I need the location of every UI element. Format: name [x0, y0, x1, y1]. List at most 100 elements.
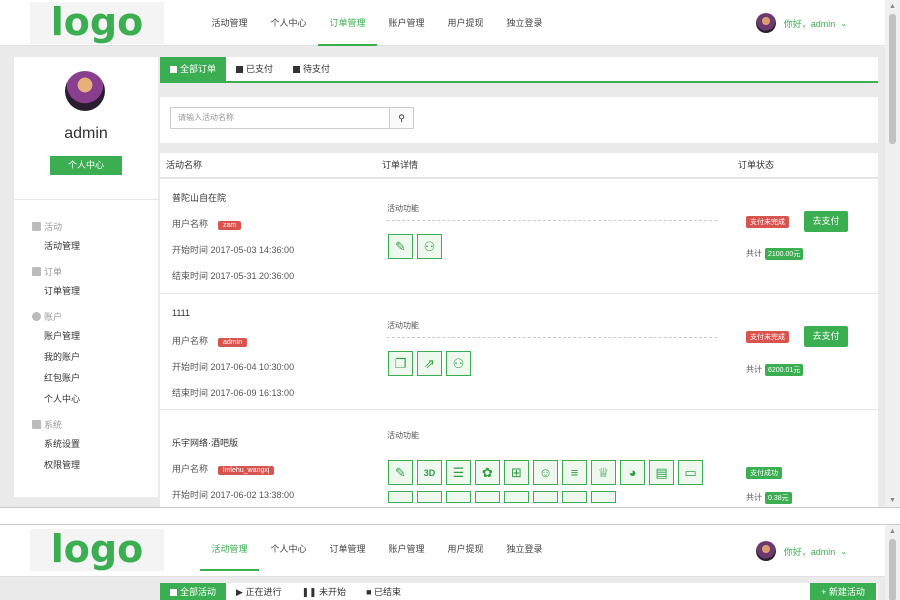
activity-name: 乐宇网络·酒吧版: [172, 438, 238, 448]
table-header: 活动名称 订单详情 订单状态: [160, 153, 878, 178]
nav-orders[interactable]: 订单管理: [318, 525, 377, 571]
nav-withdraw[interactable]: 用户提现: [436, 0, 495, 46]
feature-icons: ✎ 3D ☰ ✿ ⊞ ☺ ≡ ♕ ◕ ▤ ▭: [388, 460, 718, 503]
sidebar-item-activity-manage[interactable]: 活动管理: [32, 236, 152, 257]
feature-icons: ✎ ⚇: [388, 234, 718, 265]
group-title: 活动: [32, 218, 152, 236]
nav-personal[interactable]: 个人中心: [259, 525, 318, 571]
user-greeting: 你好，admin: [783, 18, 836, 29]
search-icon: ⚲: [398, 113, 405, 123]
nav-login[interactable]: 独立登录: [495, 525, 554, 571]
more-icon[interactable]: [475, 491, 500, 503]
more-icon[interactable]: [533, 491, 558, 503]
scroll-up-icon[interactable]: ▲: [889, 528, 896, 535]
more-icon[interactable]: [562, 491, 587, 503]
nav-activity[interactable]: 活动管理: [200, 0, 259, 46]
more-icon[interactable]: [446, 491, 471, 503]
scrollbar-thumb[interactable]: [889, 539, 896, 600]
pay-button[interactable]: 去支付: [804, 326, 848, 347]
sidebar-item-my-account[interactable]: 我的账户: [32, 347, 152, 368]
more-icon[interactable]: [591, 491, 616, 503]
sidebar-item-settings[interactable]: 系统设置: [32, 434, 152, 455]
start-time: 开始时间 2017-05-03 14:36:00: [172, 245, 295, 255]
tab-ongoing[interactable]: ▶ 正在进行: [226, 583, 291, 600]
tab-paid[interactable]: 已支付: [226, 57, 283, 81]
order-management-screen: logo 活动管理 个人中心 订单管理 账户管理 用户提现 独立登录 你好，ad…: [0, 0, 900, 508]
header-order-status: 订单状态: [738, 160, 775, 170]
status-badge: 支付成功: [746, 467, 782, 479]
nav-accounts[interactable]: 账户管理: [377, 525, 436, 571]
nav-personal[interactable]: 个人中心: [259, 0, 318, 46]
scrollbar[interactable]: ▲ ▼: [885, 0, 900, 507]
nav-withdraw[interactable]: 用户提现: [436, 525, 495, 571]
pay-button[interactable]: 去支付: [804, 211, 848, 232]
logo[interactable]: logo: [30, 529, 164, 571]
user-menu[interactable]: 你好，admin ⌄: [755, 541, 847, 561]
activity-management-screen: logo 活动管理 个人中心 订单管理 账户管理 用户提现 独立登录 你好，ad…: [0, 524, 900, 600]
stack-icon[interactable]: ▤: [649, 460, 674, 485]
search-button[interactable]: ⚲: [389, 107, 414, 129]
minus-box-icon: [293, 66, 301, 73]
lottery-icon[interactable]: ✿: [475, 460, 500, 485]
new-activity-button[interactable]: + 新建活动: [810, 583, 876, 600]
nav-orders[interactable]: 订单管理: [318, 0, 377, 46]
sidebar-item-permissions[interactable]: 权限管理: [32, 455, 152, 476]
edit-icon[interactable]: ✎: [388, 460, 413, 485]
sidebar-item-personal[interactable]: 个人中心: [32, 389, 152, 410]
sidebar-item-account-manage[interactable]: 账户管理: [32, 326, 152, 347]
nav-activity[interactable]: 活动管理: [200, 525, 259, 571]
group-title: 系统: [32, 416, 152, 434]
more-icon[interactable]: [504, 491, 529, 503]
users-icon[interactable]: ⚇: [417, 234, 442, 259]
stop-icon: ■: [366, 587, 374, 597]
nav-accounts[interactable]: 账户管理: [377, 0, 436, 46]
tab-unpaid[interactable]: 待支付: [283, 57, 340, 81]
gift-icon[interactable]: ⊞: [504, 460, 529, 485]
top-bar: logo 活动管理 个人中心 订单管理 账户管理 用户提现 独立登录 你好，ad…: [0, 525, 885, 577]
pause-icon: ❚❚: [301, 587, 320, 597]
end-time: 结束时间 2017-06-09 16:13:00: [172, 388, 295, 398]
order-total: 共计 2100.00元: [746, 248, 804, 260]
user-badge: zam: [218, 221, 242, 230]
share-icon[interactable]: ⇗: [417, 351, 442, 376]
divider: [14, 199, 158, 200]
pie-icon[interactable]: ◕: [620, 460, 645, 485]
order-total: 共计 0.38元: [746, 492, 792, 504]
features-label: 活动功能: [387, 321, 419, 330]
user-menu[interactable]: 你好，admin ⌄: [755, 13, 847, 33]
list-icon[interactable]: ≡: [562, 460, 587, 485]
more-icon[interactable]: [388, 491, 413, 503]
more-icon[interactable]: [417, 491, 442, 503]
separator: [0, 508, 900, 524]
person-icon[interactable]: ☺: [533, 460, 558, 485]
table-row: 普陀山自在院 用户名称 zam 开始时间 2017-05-03 14:36:00 …: [160, 179, 878, 294]
scrollbar-thumb[interactable]: [889, 14, 896, 144]
sidebar-item-order-manage[interactable]: 订单管理: [32, 281, 152, 302]
document-icon: [170, 66, 177, 73]
status-badge: 支付未完成: [746, 216, 789, 228]
edit-icon[interactable]: ✎: [388, 234, 413, 259]
sidebar-item-redpacket[interactable]: 红包账户: [32, 368, 152, 389]
scroll-up-icon[interactable]: ▲: [889, 3, 896, 10]
users-icon[interactable]: ⚇: [446, 351, 471, 376]
chat-icon[interactable]: ☰: [446, 460, 471, 485]
scroll-down-icon[interactable]: ▼: [889, 497, 896, 504]
scrollbar[interactable]: ▲: [885, 525, 900, 600]
tab-not-started[interactable]: ❚❚ 未开始: [291, 583, 356, 600]
group-title: 账户: [32, 308, 152, 326]
logo[interactable]: logo: [30, 2, 164, 44]
cards-icon[interactable]: ❐: [388, 351, 413, 376]
table-row: 1111 用户名称 admin 开始时间 2017-06-04 10:30:00 …: [160, 294, 878, 410]
tab-all-activities[interactable]: 全部活动: [160, 583, 227, 600]
3d-icon[interactable]: 3D: [417, 460, 442, 485]
nav-login[interactable]: 独立登录: [495, 0, 554, 46]
cup-icon[interactable]: ♕: [591, 460, 616, 485]
account-icon: [32, 312, 41, 321]
personal-center-button[interactable]: 个人中心: [50, 156, 122, 175]
checkbox-icon: [236, 66, 244, 73]
phone-icon[interactable]: ▭: [678, 460, 703, 485]
tab-all-orders[interactable]: 全部订单: [160, 57, 227, 81]
search-input[interactable]: 请输入活动名称: [170, 107, 390, 129]
user-greeting: 你好，admin: [783, 546, 836, 557]
tab-ended[interactable]: ■ 已结束: [356, 583, 411, 600]
